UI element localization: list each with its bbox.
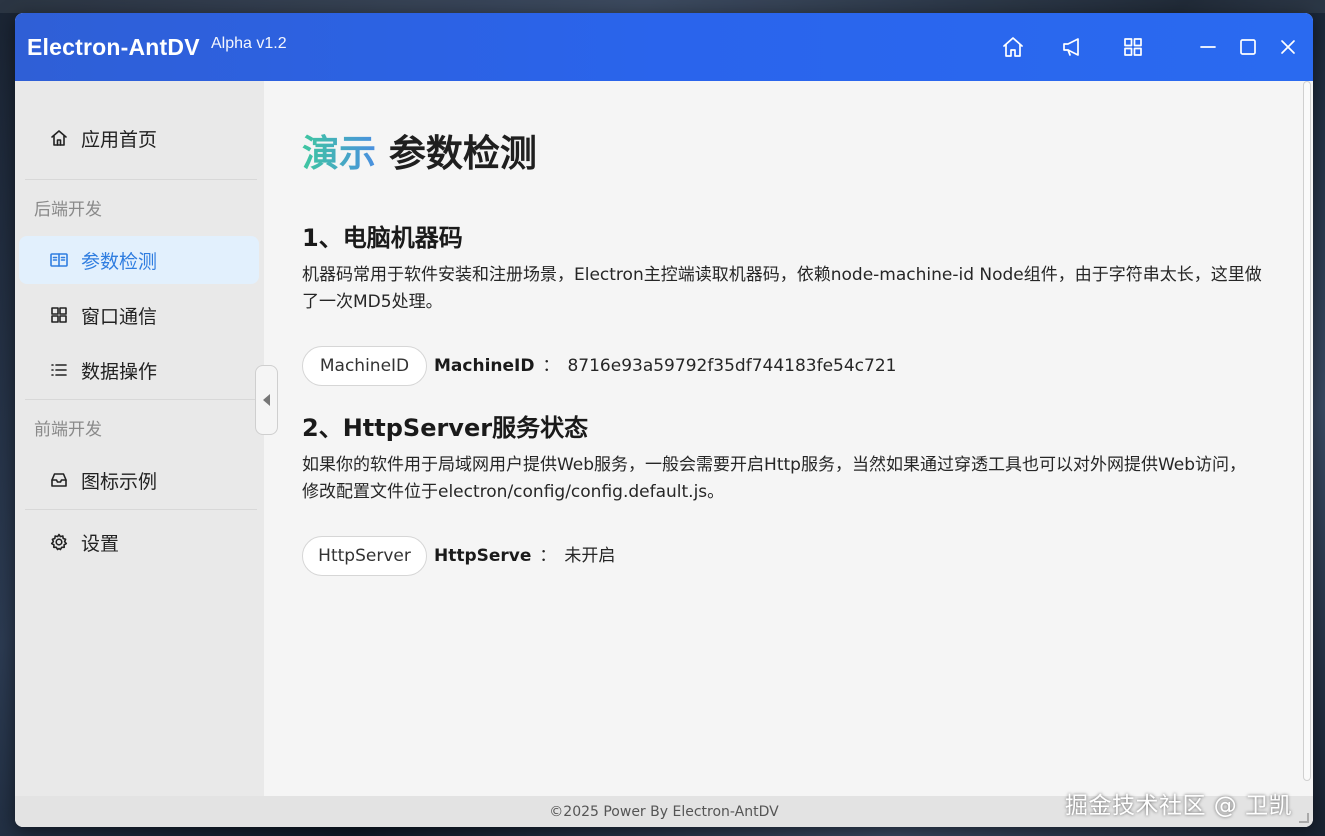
book-icon	[49, 250, 69, 270]
section-title-machine-id: 1、电脑机器码	[302, 224, 463, 252]
divider	[25, 399, 257, 400]
maximize-icon[interactable]	[1236, 35, 1260, 59]
inbox-icon	[49, 470, 69, 490]
sidebar-item-settings[interactable]: 设置	[19, 518, 259, 566]
collapse-arrow-icon	[263, 394, 270, 406]
home-icon[interactable]	[1001, 35, 1025, 59]
minimize-icon[interactable]	[1196, 35, 1220, 59]
scrollbar[interactable]	[1301, 81, 1313, 796]
sidebar-item-label: 窗口通信	[81, 305, 158, 328]
sidebar-item-label: 图标示例	[81, 470, 158, 493]
notification-icon[interactable]	[1061, 35, 1085, 59]
title-bar[interactable]: Electron-AntDV Alpha v1.2	[15, 13, 1313, 81]
divider	[25, 179, 257, 180]
scrollbar-thumb[interactable]	[1303, 81, 1311, 781]
machine-id-value: 8716e93a59792f35df744183fe54c721	[567, 356, 897, 376]
sidebar-item-label: 应用首页	[81, 128, 158, 151]
desktop-background	[0, 0, 1325, 13]
sidebar-item-home[interactable]: 应用首页	[19, 114, 259, 162]
sidebar-item-data-ops[interactable]: 数据操作	[19, 346, 259, 394]
page-title: 演示 参数检测	[302, 123, 537, 177]
sidebar-item-icon-examples[interactable]: 图标示例	[19, 456, 259, 504]
sidebar-item-label: 数据操作	[81, 360, 158, 383]
home-icon	[49, 128, 69, 148]
divider	[25, 509, 257, 510]
machine-id-button[interactable]: MachineID	[302, 346, 427, 386]
section-desc-http-server: 如果你的软件用于局域网用户提供Web服务，一般会需要开启Http服务，当然如果通…	[302, 455, 1247, 502]
sidebar-item-label: 设置	[81, 532, 120, 555]
group-title-frontend: 前端开发	[34, 420, 102, 440]
window-icon	[49, 305, 69, 325]
sidebar-item-param-check[interactable]: 参数检测	[19, 236, 259, 284]
watermark: 掘金技术社区 @ 卫凯	[1065, 793, 1293, 819]
kv-separator: ：	[539, 546, 557, 566]
kv-separator: ：	[542, 356, 560, 376]
app-title: Electron-AntDV	[27, 34, 200, 60]
sidebar: 应用首页 后端开发 参数检测 窗口通信 数据操作 前端开发 图标示例 设置	[15, 81, 264, 796]
apps-icon[interactable]	[1121, 35, 1145, 59]
gear-icon	[49, 532, 69, 552]
resize-grip-icon[interactable]	[1299, 813, 1309, 823]
http-server-readout: HttpServe ： 未开启	[434, 536, 615, 576]
http-server-key: HttpServe	[434, 546, 532, 566]
app-version: Alpha v1.2	[211, 35, 287, 52]
section-desc-machine-id: 机器码常用于软件安装和注册场景，Electron主控端读取机器码，依赖node-…	[302, 265, 1262, 312]
list-icon	[49, 360, 69, 380]
group-title-backend: 后端开发	[34, 200, 102, 220]
sidebar-item-label: 参数检测	[81, 250, 158, 273]
http-server-button[interactable]: HttpServer	[302, 536, 427, 576]
sidebar-item-window-comm[interactable]: 窗口通信	[19, 291, 259, 339]
http-server-value: 未开启	[564, 546, 616, 566]
main-content: 演示 参数检测 1、电脑机器码 机器码常用于软件安装和注册场景，Electron…	[264, 81, 1313, 796]
machine-id-readout: MachineID ： 8716e93a59792f35df744183fe54c7…	[434, 346, 896, 386]
sidebar-collapse-button[interactable]	[255, 365, 278, 435]
close-icon[interactable]	[1276, 35, 1300, 59]
page-title-text: 参数检测	[388, 132, 537, 175]
page-title-accent: 演示	[302, 132, 376, 175]
app-window: Electron-AntDV Alpha v1.2 应用首页 后端开发 参数检测…	[15, 13, 1313, 827]
machine-id-key: MachineID	[434, 356, 535, 376]
footer-text: ©2025 Power By Electron-AntDV	[549, 803, 779, 820]
section-title-http-server: 2、HttpServer服务状态	[302, 414, 589, 442]
